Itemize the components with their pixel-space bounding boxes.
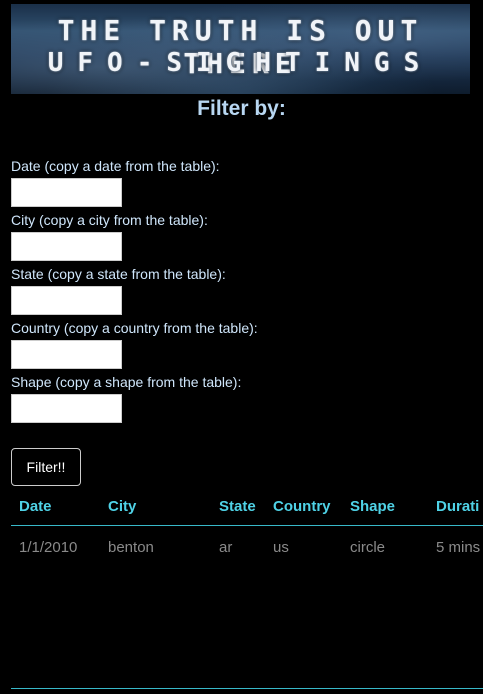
- date-field-label: Date (copy a date from the table):: [11, 158, 220, 174]
- cell-city: benton: [108, 539, 154, 556]
- filter-button[interactable]: Filter!!: [11, 448, 81, 486]
- column-header-duration: Durati: [436, 498, 480, 515]
- city-field-label: City (copy a city from the table):: [11, 212, 208, 228]
- cell-state: ar: [219, 539, 233, 556]
- shape-field-label: Shape (copy a shape from the table):: [11, 374, 242, 390]
- column-header-date: Date: [19, 498, 52, 515]
- country-input[interactable]: [11, 340, 122, 369]
- column-header-shape: Shape: [350, 498, 396, 515]
- ufo-banner-image: THE TRUTH IS OUT THERE UFO-SIGHTINGS: [11, 4, 470, 94]
- column-header-city: City: [108, 498, 137, 515]
- cell-country: us: [273, 539, 289, 556]
- state-field-label: State (copy a state from the table):: [11, 266, 226, 282]
- cell-shape: circle: [350, 539, 386, 556]
- date-input[interactable]: [11, 178, 122, 207]
- cell-duration: 5 mins: [436, 539, 481, 556]
- cell-date: 1/1/2010: [19, 539, 78, 556]
- shape-input[interactable]: [11, 394, 122, 423]
- country-field-label: Country (copy a country from the table):: [11, 320, 258, 336]
- table-header-divider: [11, 525, 483, 526]
- banner-subtitle-line: UFO-SIGHTINGS: [47, 48, 434, 78]
- state-input[interactable]: [11, 286, 122, 315]
- city-input[interactable]: [11, 232, 122, 261]
- table-bottom-divider: [11, 688, 483, 689]
- filter-heading: Filter by:: [197, 97, 286, 120]
- column-header-state: State: [219, 498, 256, 515]
- column-header-country: Country: [273, 498, 331, 515]
